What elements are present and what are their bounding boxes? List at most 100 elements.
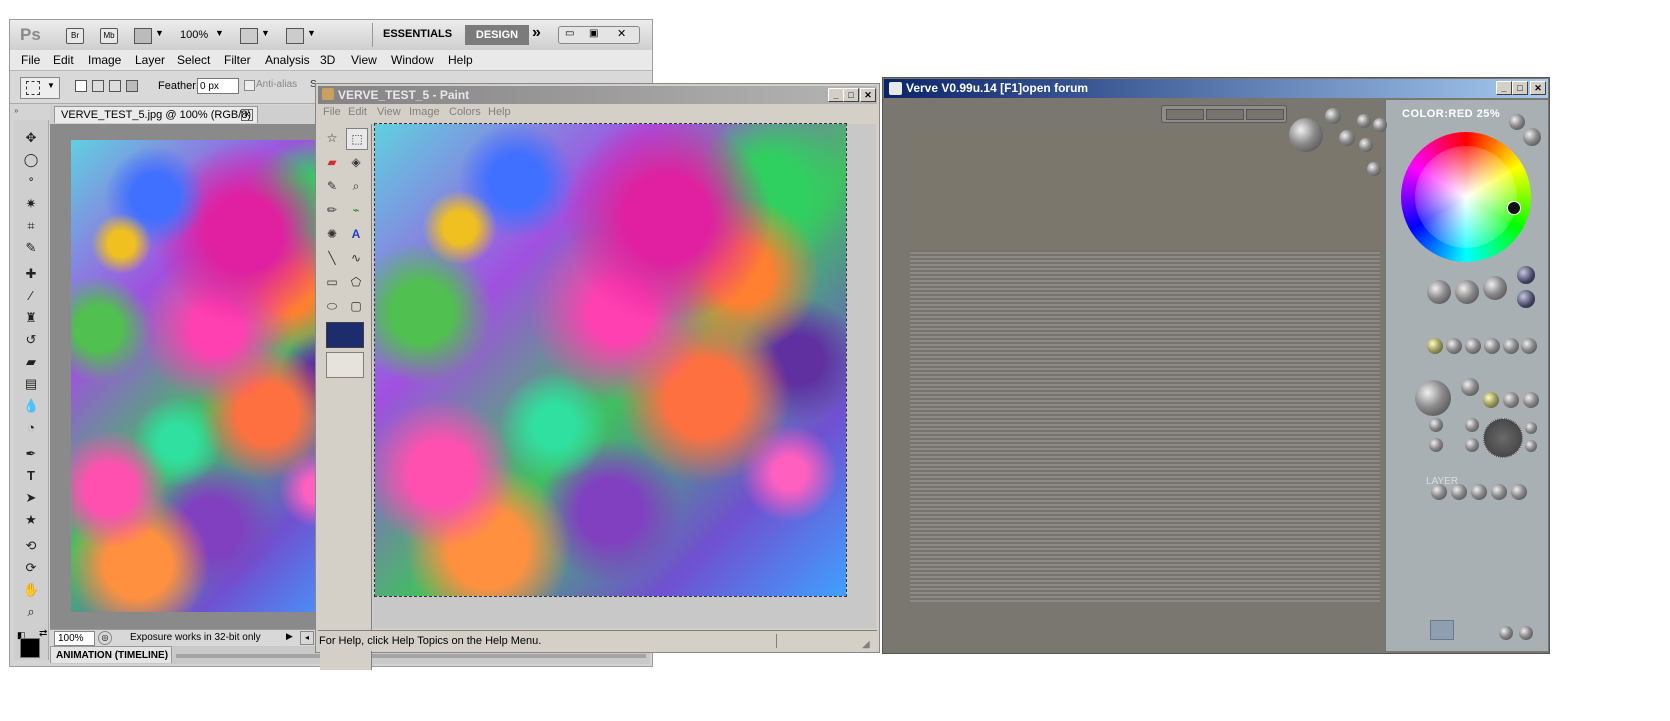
layer-knob-icon[interactable] <box>1431 484 1447 500</box>
ps-document-image[interactable] <box>71 140 351 612</box>
maximize-icon[interactable]: ▣ <box>589 28 598 39</box>
knob-icon[interactable] <box>1359 138 1373 152</box>
knob-icon[interactable] <box>1503 338 1519 354</box>
knob-icon[interactable] <box>1339 130 1355 146</box>
minimize-icon[interactable]: _ <box>1496 81 1512 95</box>
knob-icon[interactable] <box>1509 114 1525 130</box>
maximize-icon[interactable]: □ <box>843 88 859 102</box>
foreground-color-swatch[interactable] <box>20 638 40 658</box>
shape-tool-icon[interactable]: ★ <box>23 512 39 528</box>
ellipse-icon[interactable]: ⬭ <box>322 296 342 316</box>
3d-orbit-icon[interactable]: ⟳ <box>23 560 39 576</box>
feather-input[interactable] <box>197 78 239 94</box>
knob-icon[interactable] <box>1519 626 1533 640</box>
knob-icon[interactable] <box>1357 114 1371 128</box>
close-icon[interactable]: ✕ <box>860 88 876 102</box>
more-workspaces-icon[interactable]: » <box>532 24 541 42</box>
paint-menu-file[interactable]: File <box>323 106 341 118</box>
paint-menu-view[interactable]: View <box>377 106 401 118</box>
zoom-level-select[interactable]: 100% <box>180 29 208 41</box>
rectangle-icon[interactable]: ▭ <box>322 272 342 292</box>
chevron-down-icon[interactable]: ▼ <box>215 28 224 38</box>
knob-icon[interactable] <box>1503 392 1519 408</box>
transparent-mode-icon[interactable] <box>326 352 364 378</box>
menu-image[interactable]: Image <box>88 53 121 67</box>
dodge-tool-icon[interactable]: ◔ <box>23 420 39 436</box>
workspace-design[interactable]: DESIGN <box>465 25 529 45</box>
pencil-icon[interactable]: ✏ <box>322 200 342 220</box>
brush-icon[interactable]: ⌁ <box>346 200 366 220</box>
size-knob-icon[interactable] <box>1289 118 1323 152</box>
knob-icon[interactable] <box>1523 392 1539 408</box>
brush-tool-icon[interactable]: ⁄ <box>23 288 39 304</box>
collapse-panels-icon[interactable]: » <box>14 106 18 115</box>
add-selection-icon[interactable] <box>92 80 104 92</box>
path-selection-icon[interactable]: ➤ <box>23 490 39 506</box>
polygon-icon[interactable]: ⬠ <box>346 272 366 292</box>
paint-canvas-image[interactable] <box>374 123 847 597</box>
zoom-tool-icon[interactable]: ⌕ <box>23 604 39 620</box>
free-select-icon[interactable]: ☆ <box>322 128 342 148</box>
antialias-checkbox[interactable] <box>244 80 255 91</box>
magnifier-icon[interactable]: ⌕ <box>346 176 366 196</box>
close-icon[interactable]: ✕ <box>617 27 626 40</box>
marquee-preset-picker[interactable]: ▼ <box>20 77 60 99</box>
curve-icon[interactable]: ∿ <box>346 248 366 268</box>
gradient-tool-icon[interactable]: ▤ <box>23 376 39 392</box>
knob-icon[interactable] <box>1525 440 1537 452</box>
lasso-tool-icon[interactable]: ᐤ <box>23 174 39 190</box>
knob-icon[interactable] <box>1484 338 1500 354</box>
knob-icon[interactable] <box>1429 438 1443 452</box>
opacity-knob-icon[interactable] <box>1415 380 1451 416</box>
clone-stamp-icon[interactable]: ♜ <box>23 310 39 326</box>
knob-icon[interactable] <box>1461 378 1479 396</box>
animation-timeline-tab[interactable]: ANIMATION (TIMELINE) <box>50 646 172 663</box>
menu-filter[interactable]: Filter <box>224 53 251 67</box>
type-tool-icon[interactable]: T <box>23 468 39 484</box>
knob-icon[interactable] <box>1465 438 1479 452</box>
knob-icon[interactable] <box>1499 626 1513 640</box>
close-icon[interactable]: ✕ <box>1530 81 1546 95</box>
arrange-documents-icon[interactable] <box>240 28 258 44</box>
bridge-button[interactable]: Br <box>66 28 84 44</box>
verve-thumbnail[interactable] <box>1430 620 1454 640</box>
close-tab-icon[interactable]: ✕ <box>241 109 253 121</box>
knob-icon[interactable] <box>1446 338 1462 354</box>
chevron-down-icon[interactable]: ▼ <box>307 28 316 38</box>
chevron-down-icon[interactable]: ▼ <box>155 28 164 38</box>
workspace-essentials[interactable]: ESSENTIALS <box>383 28 452 40</box>
resize-grip-icon[interactable]: ◢ <box>862 635 870 655</box>
menu-help[interactable]: Help <box>448 53 473 67</box>
airbrush-icon[interactable]: ✺ <box>322 224 342 244</box>
menu-3d[interactable]: 3D <box>320 53 335 67</box>
color-wheel-picker[interactable] <box>1507 201 1521 215</box>
verve-top-button-1[interactable] <box>1166 109 1204 120</box>
zoom-status-field[interactable]: 100% <box>54 631 95 646</box>
maximize-icon[interactable]: □ <box>1512 81 1528 95</box>
fill-bucket-icon[interactable]: ◈ <box>346 152 366 172</box>
document-tab[interactable]: VERVE_TEST_5.jpg @ 100% (RGB/8) ✕ <box>54 106 258 123</box>
move-tool-icon[interactable]: ✥ <box>23 130 39 146</box>
ellipse-marquee-icon[interactable]: ◯ <box>23 152 39 168</box>
layer-knob-icon[interactable] <box>1451 484 1467 500</box>
magic-wand-icon[interactable]: ✷ <box>23 196 39 212</box>
view-extras-icon[interactable] <box>134 28 152 44</box>
knob-icon[interactable] <box>1427 338 1443 354</box>
blur-tool-icon[interactable]: 💧 <box>23 398 39 414</box>
paint-menu-colors[interactable]: Colors <box>449 106 481 118</box>
menu-window[interactable]: Window <box>391 53 434 67</box>
menu-layer[interactable]: Layer <box>135 53 165 67</box>
status-menu-arrow-icon[interactable]: ▶ <box>286 631 293 642</box>
knob-icon[interactable] <box>1465 418 1479 432</box>
knob-icon[interactable] <box>1517 290 1535 308</box>
minimize-icon[interactable]: _ <box>828 88 844 102</box>
brush-preview-icon[interactable] <box>1483 418 1523 458</box>
menu-view[interactable]: View <box>351 53 377 67</box>
menu-select[interactable]: Select <box>177 53 210 67</box>
text-icon[interactable]: A <box>346 224 366 244</box>
rect-select-icon[interactable]: ⬚ <box>346 128 368 150</box>
scroll-left-icon[interactable]: ◂ <box>300 631 314 645</box>
minimize-icon[interactable]: ▭ <box>565 28 574 39</box>
eyedropper-icon[interactable]: ✎ <box>23 240 39 256</box>
verve-canvas-lower[interactable] <box>910 250 1380 602</box>
